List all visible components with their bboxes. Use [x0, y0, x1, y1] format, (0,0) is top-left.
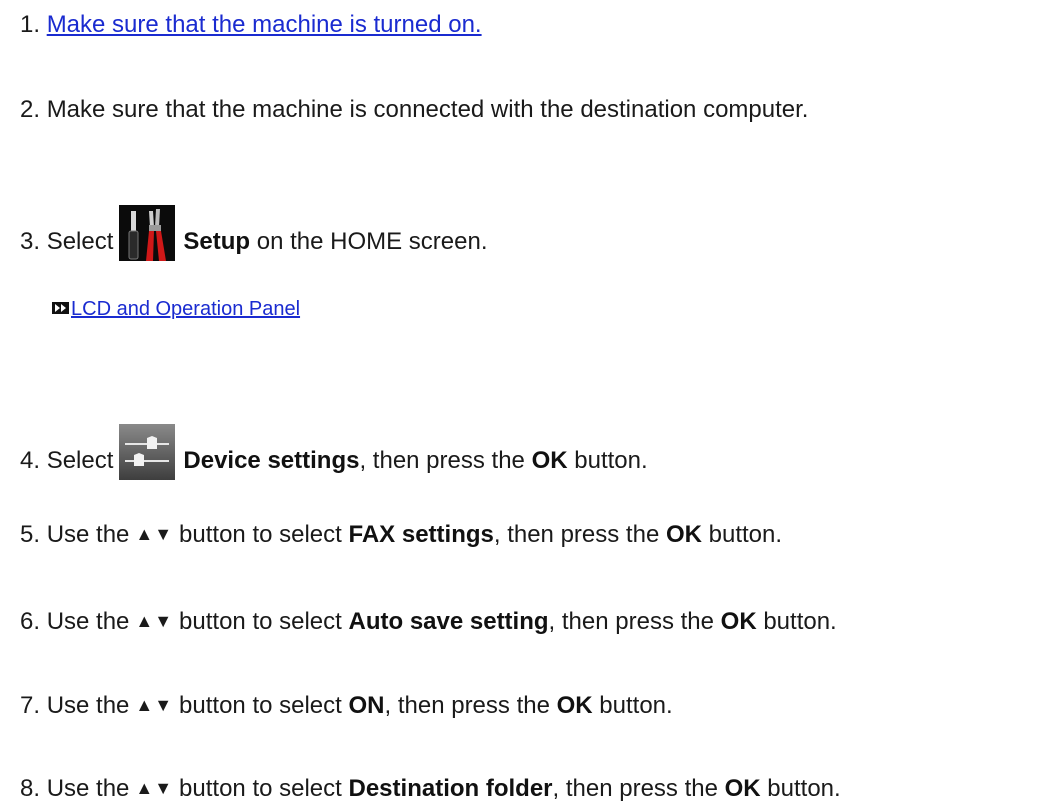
ok-label: OK — [531, 447, 568, 474]
step-4: 4. Select Device settings, then press th… — [20, 424, 648, 480]
step-text: Make sure that the machine is connected … — [46, 96, 809, 123]
lcd-operation-panel-link[interactable]: LCD and Operation Panel — [71, 298, 300, 320]
step-text-post: on the HOME screen. — [256, 228, 488, 255]
step-text-post: button. — [574, 447, 648, 474]
step-text-pre: Select — [46, 447, 114, 474]
fax-settings-label: FAX settings — [348, 521, 494, 548]
step-text-mid2: , then press the — [384, 692, 550, 719]
ok-label: OK — [556, 692, 593, 719]
step-text-mid: button to select — [179, 775, 342, 802]
up-down-arrows-icon: ▲▼ — [135, 524, 174, 544]
reference-arrow-icon — [52, 302, 69, 314]
step-text-post: button. — [767, 775, 841, 802]
step-2: 2. Make sure that the machine is connect… — [20, 95, 808, 125]
lcd-panel-ref: LCD and Operation Panel — [52, 298, 300, 321]
step-8: 8. Use the ▲▼ button to select Destination… — [20, 774, 841, 805]
step-text-mid: button to select — [179, 521, 342, 548]
ok-label: OK — [724, 775, 761, 802]
step-text-mid2: , then press the — [548, 608, 714, 635]
auto-save-setting-label: Auto save setting — [348, 608, 549, 635]
step-number: 3. — [20, 228, 41, 255]
step-3: 3. Select Setup on the HOME screen. — [20, 205, 488, 261]
step-text-pre: Use the — [46, 692, 130, 719]
step-text-mid: button to select — [179, 692, 342, 719]
step-text-mid2: , then press the — [493, 521, 660, 548]
step-text-pre: Select — [46, 228, 114, 255]
step-5: 5. Use the ▲▼ button to select FAX setting… — [20, 520, 782, 551]
step-number: 5. — [20, 521, 41, 548]
step-text-mid: , then press the — [359, 447, 525, 474]
step-text-post: button. — [599, 692, 673, 719]
ok-label: OK — [720, 608, 757, 635]
setup-tools-icon — [119, 205, 176, 261]
step-text-pre: Use the — [46, 521, 130, 548]
up-down-arrows-icon: ▲▼ — [135, 695, 174, 715]
step-text-pre: Use the — [46, 775, 130, 802]
up-down-arrows-icon: ▲▼ — [135, 611, 174, 631]
step-number: 2. — [20, 96, 41, 123]
ok-label: OK — [665, 521, 702, 548]
step-7: 7. Use the ▲▼ button to select ON, then pr… — [20, 691, 673, 722]
on-label: ON — [348, 692, 385, 719]
step-number: 6. — [20, 608, 41, 635]
step-number: 4. — [20, 447, 41, 474]
turned-on-link[interactable]: Make sure that the machine is turned on. — [47, 11, 482, 38]
device-settings-label: Device settings — [183, 447, 360, 474]
step-number: 8. — [20, 775, 41, 802]
step-text-pre: Use the — [46, 608, 130, 635]
step-6: 6. Use the ▲▼ button to select Auto save s… — [20, 607, 837, 638]
step-text-post: button. — [763, 608, 837, 635]
step-number: 7. — [20, 692, 41, 719]
step-number: 1. — [20, 11, 41, 38]
step-text-mid2: , then press the — [552, 775, 718, 802]
step-text-post: button. — [708, 521, 783, 548]
step-text-mid: button to select — [179, 608, 342, 635]
setup-label: Setup — [183, 228, 251, 255]
up-down-arrows-icon: ▲▼ — [135, 778, 174, 798]
step-1: 1. Make sure that the machine is turned … — [20, 10, 482, 40]
destination-folder-label: Destination folder — [348, 775, 553, 802]
device-settings-icon — [119, 424, 176, 480]
